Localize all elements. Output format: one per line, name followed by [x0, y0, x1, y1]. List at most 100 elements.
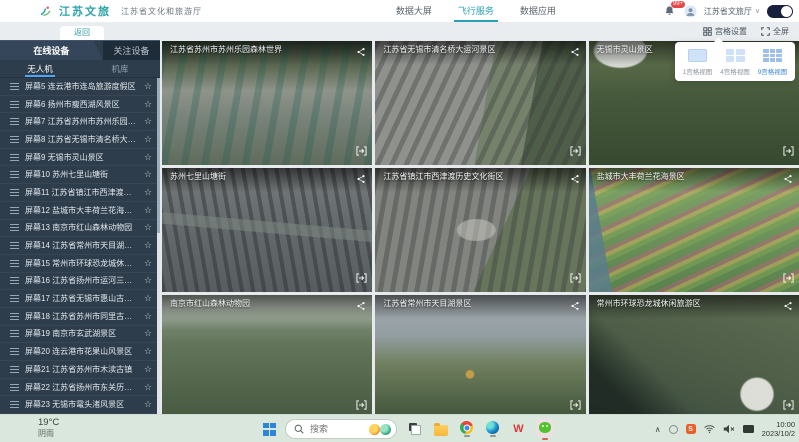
nav-flight-service[interactable]: 飞行服务: [458, 0, 494, 22]
account-menu[interactable]: 江苏省文旅厅 ∨: [704, 6, 760, 17]
fullscreen-button[interactable]: 全屏: [761, 26, 789, 37]
device-list-item[interactable]: 屏幕9 无锡市灵山景区☆: [0, 149, 156, 167]
chrome-button[interactable]: [458, 421, 475, 437]
video-tile[interactable]: 江苏省苏州市苏州乐园森林世界: [162, 41, 372, 165]
nav-data-screen[interactable]: 数据大屏: [396, 0, 432, 22]
search-input[interactable]: [308, 423, 365, 435]
device-list-item[interactable]: 屏幕22 江苏省扬州市东关历史文化旅...☆: [0, 379, 156, 397]
device-list-item[interactable]: 屏幕13 南京市红山森林动物园☆: [0, 220, 156, 238]
video-tile[interactable]: 江苏省常州市天目湖景区: [375, 295, 585, 419]
share-icon[interactable]: [356, 298, 366, 316]
weather-widget[interactable]: 19°C 阴雨: [38, 418, 59, 438]
back-tab[interactable]: 返回: [60, 26, 104, 40]
subtab-drone[interactable]: 无人机: [0, 60, 80, 77]
wps-button[interactable]: W: [510, 423, 527, 436]
windows-start-button[interactable]: [263, 423, 276, 436]
file-explorer-button[interactable]: [432, 423, 449, 436]
share-icon[interactable]: [570, 171, 580, 189]
device-list-item[interactable]: 屏幕21 江苏省苏州市木渎古镇☆: [0, 361, 156, 379]
video-tile[interactable]: 盐城市大丰荷兰花海景区: [589, 168, 799, 292]
star-icon[interactable]: ☆: [144, 347, 152, 356]
star-icon[interactable]: ☆: [144, 312, 152, 321]
video-tile[interactable]: 江苏省无锡市清名桥大运河景区: [375, 41, 585, 165]
tray-expand-button[interactable]: ∧: [655, 425, 661, 434]
expand-icon[interactable]: [570, 143, 581, 161]
video-grid-area: 江苏省苏州市苏州乐园森林世界 江苏省无锡市清名桥大运河景区 无锡市灵山景区 苏州…: [160, 40, 799, 442]
star-icon[interactable]: ☆: [144, 206, 152, 215]
subtab-hangar[interactable]: 机库: [80, 60, 160, 77]
star-icon[interactable]: ☆: [144, 241, 152, 250]
expand-icon[interactable]: [570, 270, 581, 288]
taskbar-clock[interactable]: 10:00 2023/10/2: [762, 420, 795, 439]
share-icon[interactable]: [356, 44, 366, 62]
star-icon[interactable]: ☆: [144, 153, 152, 162]
grid-option-4[interactable]: 4宫格视图: [718, 49, 753, 76]
device-list-item[interactable]: 屏幕8 江苏省无锡市清名桥大运河景区☆: [0, 131, 156, 149]
wifi-icon[interactable]: [704, 424, 715, 434]
device-list-item[interactable]: 屏幕19 南京市玄武湖景区☆: [0, 326, 156, 344]
device-list-item[interactable]: 屏幕17 江苏省无锡市惠山古镇景区☆: [0, 290, 156, 308]
star-icon[interactable]: ☆: [144, 383, 152, 392]
expand-icon[interactable]: [783, 143, 794, 161]
device-list-item[interactable]: 屏幕6 扬州市瘦西湖风景区☆: [0, 96, 156, 114]
star-icon[interactable]: ☆: [144, 294, 152, 303]
expand-icon[interactable]: [356, 270, 367, 288]
star-icon[interactable]: ☆: [144, 276, 152, 285]
share-icon[interactable]: [356, 171, 366, 189]
device-list-item[interactable]: 屏幕15 常州市环球恐龙城休闲旅游区☆: [0, 255, 156, 273]
volume-muted-icon[interactable]: [723, 424, 735, 434]
star-icon[interactable]: ☆: [144, 135, 152, 144]
expand-icon[interactable]: [783, 270, 794, 288]
notifications-button[interactable]: 99+: [664, 4, 677, 18]
tab-online-devices[interactable]: 在线设备: [0, 41, 103, 60]
share-icon[interactable]: [783, 171, 793, 189]
video-tile[interactable]: 江苏省镇江市西津渡历史文化街区: [375, 168, 585, 292]
wechat-button[interactable]: [536, 419, 553, 440]
star-icon[interactable]: ☆: [144, 117, 152, 126]
device-list-item[interactable]: 屏幕7 江苏省苏州市苏州乐园森林世界☆: [0, 113, 156, 131]
star-icon[interactable]: ☆: [144, 329, 152, 338]
star-icon[interactable]: ☆: [144, 82, 152, 91]
video-tile[interactable]: 常州市环球恐龙城休闲旅游区: [589, 295, 799, 419]
device-list-item[interactable]: 屏幕16 江苏省扬州市运河三湾风景区☆: [0, 273, 156, 291]
sidebar-scrollbar[interactable]: [157, 78, 160, 414]
star-icon[interactable]: ☆: [144, 400, 152, 409]
device-list-item[interactable]: 屏幕14 江苏省常州市天目湖景区☆: [0, 237, 156, 255]
taskbar-search[interactable]: [285, 419, 397, 439]
star-icon[interactable]: ☆: [144, 188, 152, 197]
star-icon[interactable]: ☆: [144, 259, 152, 268]
grid-settings-button[interactable]: 宫格设置: [703, 26, 747, 37]
task-view-button[interactable]: [406, 423, 423, 435]
share-icon[interactable]: [783, 298, 793, 316]
device-list-item[interactable]: 屏幕23 无锡市鼋头渚风景区☆: [0, 396, 156, 414]
remote-app-icon[interactable]: S: [686, 424, 696, 434]
tab-followed-devices[interactable]: 关注设备: [103, 41, 160, 60]
share-icon[interactable]: [570, 298, 580, 316]
expand-icon[interactable]: [356, 143, 367, 161]
video-tile[interactable]: 苏州七里山塘街: [162, 168, 372, 292]
device-list-item[interactable]: 屏幕20 连云港市花果山风景区☆: [0, 343, 156, 361]
ime-icon[interactable]: [669, 425, 678, 434]
expand-icon[interactable]: [783, 397, 794, 415]
star-icon[interactable]: ☆: [144, 170, 152, 179]
device-list-item[interactable]: 屏幕11 江苏省镇江市西津渡历史文化...☆: [0, 184, 156, 202]
theme-toggle[interactable]: [767, 5, 793, 18]
device-list-item[interactable]: 屏幕10 苏州七里山塘街☆: [0, 166, 156, 184]
device-list-item[interactable]: 屏幕18 江苏省苏州市同里古镇景区☆: [0, 308, 156, 326]
device-list-item[interactable]: 屏幕12 盐城市大丰荷兰花海景区☆: [0, 202, 156, 220]
star-icon[interactable]: ☆: [144, 100, 152, 109]
star-icon[interactable]: ☆: [144, 365, 152, 374]
video-tile[interactable]: 南京市红山森林动物园: [162, 295, 372, 419]
avatar[interactable]: [684, 5, 697, 18]
expand-icon[interactable]: [570, 397, 581, 415]
battery-icon[interactable]: [743, 425, 754, 433]
share-icon[interactable]: [570, 44, 580, 62]
edge-button[interactable]: [484, 421, 501, 437]
nav-data-apps[interactable]: 数据应用: [520, 0, 556, 22]
grid-option-9[interactable]: 9宫格视图: [755, 49, 790, 76]
grid-option-1[interactable]: 1宫格视图: [680, 49, 715, 76]
device-list-item[interactable]: 屏幕5 连云港市连岛旅游度假区☆: [0, 78, 156, 96]
expand-icon[interactable]: [356, 397, 367, 415]
tile-label: 无锡市灵山景区: [597, 44, 653, 55]
star-icon[interactable]: ☆: [144, 223, 152, 232]
